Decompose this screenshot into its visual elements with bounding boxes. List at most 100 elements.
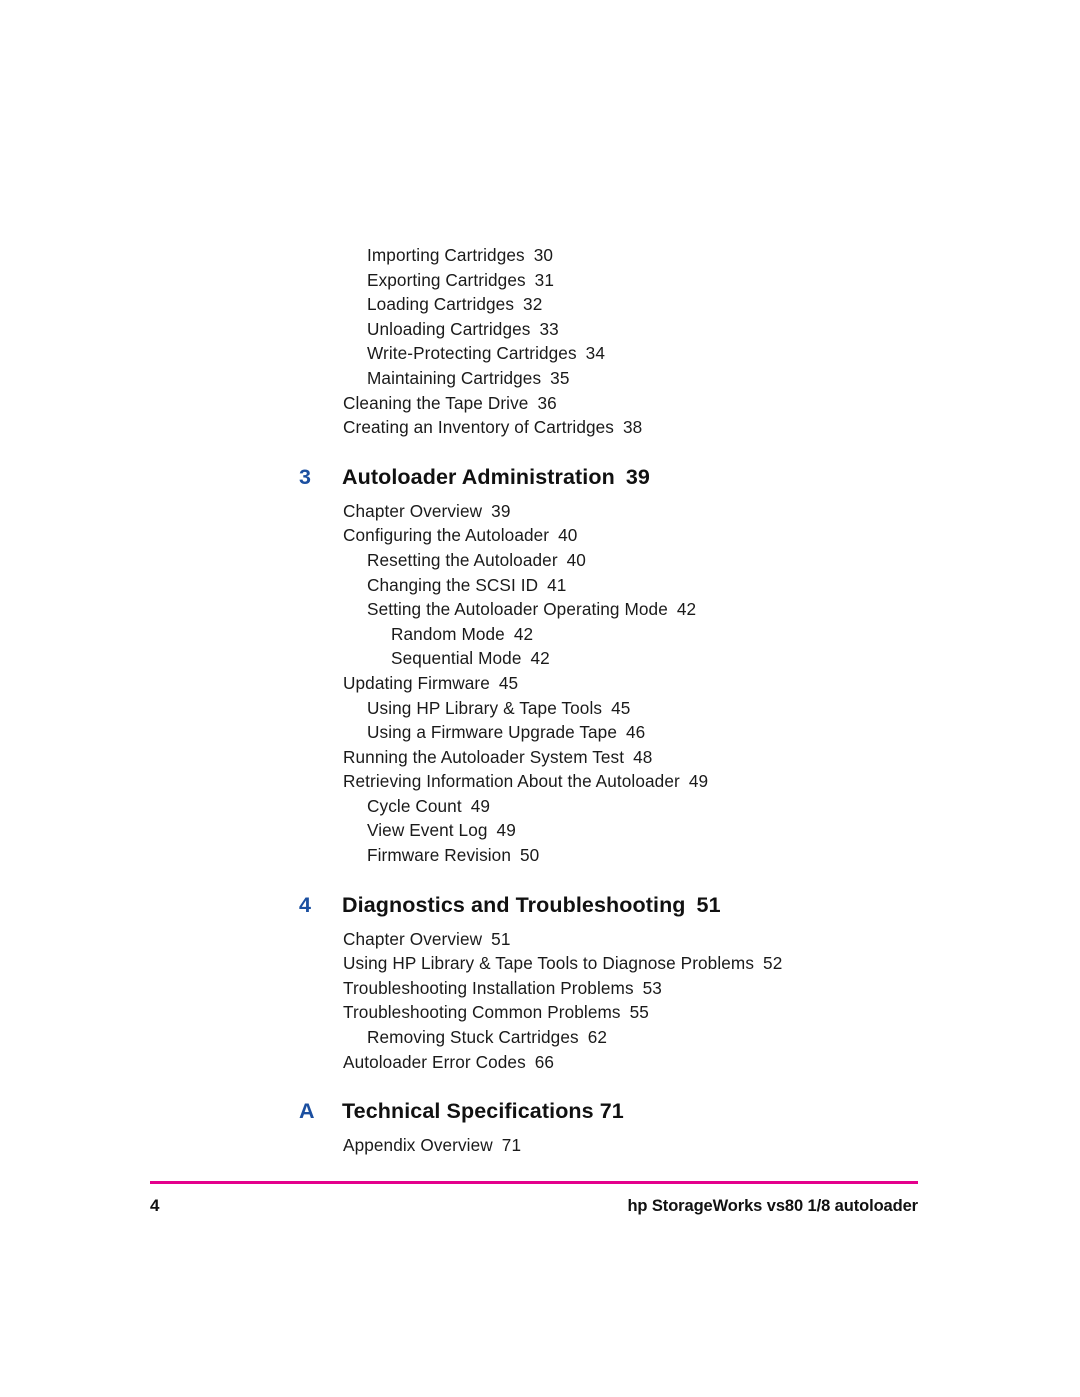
toc-entry[interactable]: Firmware Revision 50 [0,843,1080,868]
toc-entry-label: Exporting Cartridges [367,269,526,290]
toc-entry-page-number: 49 [470,795,491,816]
footer-product-title: hp StorageWorks vs80 1/8 autoloader [627,1197,918,1215]
toc-chapter-title: Autoloader Administration [342,464,615,489]
toc-entry-label: Unloading Cartridges [367,318,531,339]
toc-entry[interactable]: Write-Protecting Cartridges 34 [0,341,1080,366]
toc-entry-page-number: 30 [533,245,554,265]
toc-entry[interactable]: Sequential Mode 42 [0,646,1080,671]
toc-entry[interactable]: Importing Cartridges 30 [0,243,1080,268]
toc-entry-page-number: 49 [496,820,516,841]
toc-chapter-heading[interactable]: A Technical Specifications 71 [0,1098,1080,1124]
toc-entry-label: View Event Log [367,820,488,841]
toc-chapter-heading[interactable]: 3 Autoloader Administration 39 [0,464,1080,490]
toc-entry-page-number: 36 [537,392,557,413]
toc-entry-page-number: 66 [534,1051,555,1072]
toc-entry[interactable]: View Event Log 49 [0,818,1080,843]
footer-page-number: 4 [150,1196,160,1215]
toc-entry-label: Maintaining Cartridges [367,367,542,388]
toc-entry-page-number: 53 [642,977,662,998]
toc-entry-label: Loading Cartridges [367,294,515,315]
toc-entry-page-number: 46 [626,722,646,743]
toc-entry-label: Using HP Library & Tape Tools to Diagnos… [343,953,755,974]
toc-chapter-title: Diagnostics and Troubleshooting [342,892,686,917]
toc-entry[interactable]: Loading Cartridges 32 [0,292,1080,317]
toc-entry[interactable]: Using HP Library & Tape Tools 45 [0,696,1080,721]
toc-entry[interactable]: Exporting Cartridges 31 [0,268,1080,293]
toc-entry[interactable]: Changing the SCSI ID 41 [0,573,1080,598]
toc-entry-label: Sequential Mode [391,648,522,669]
toc-entry-label: Cleaning the Tape Drive [343,392,529,413]
toc-entry[interactable]: Setting the Autoloader Operating Mode 42 [0,597,1080,622]
toc-entry-page-number: 48 [633,746,653,767]
toc-entry[interactable]: Troubleshooting Common Problems 55 [0,1000,1080,1025]
footer-divider-rule [150,1181,918,1184]
toc-entry-label: Random Mode [391,623,505,644]
toc-entry-label: Changing the SCSI ID [367,574,539,595]
toc-entry-label: Appendix Overview [343,1135,493,1156]
toc-entry-label: Updating Firmware [343,672,490,693]
toc-chapter-number: 3 [299,464,312,489]
toc-entry-label: Using a Firmware Upgrade Tape [367,722,618,743]
toc-entry[interactable]: Unloading Cartridges 33 [0,317,1080,342]
document-page: Importing Cartridges 30 Exporting Cartridg… [0,0,1080,1397]
chapter-spacer [0,1074,1080,1098]
toc-chapter-title: Technical Specifications [342,1099,594,1124]
chapter-spacer [0,440,1080,464]
toc-entry[interactable]: Autoloader Error Codes 66 [0,1050,1080,1075]
toc-chapter-page-number: 71 [599,1099,624,1124]
toc-entry[interactable]: Chapter Overview 39 [0,499,1080,524]
toc-entry-label: Configuring the Autoloader [343,525,550,546]
toc-entry[interactable]: Using HP Library & Tape Tools to Diagnos… [0,951,1080,976]
toc-entry[interactable]: Maintaining Cartridges 35 [0,366,1080,391]
toc-entry-label: Running the Autoloader System Test [343,746,625,767]
toc-chapter-heading[interactable]: 4 Diagnostics and Troubleshooting 51 [0,892,1080,918]
toc-entry-label: Troubleshooting Installation Problems [343,977,634,998]
toc-entry-label: Troubleshooting Common Problems [343,1002,621,1023]
footer-row: 4 hp StorageWorks vs80 1/8 autoloader [150,1196,918,1216]
toc-entry-page-number: 50 [520,845,540,866]
toc-entry[interactable]: Creating an Inventory of Cartridges 38 [0,415,1080,440]
toc-entry[interactable]: Random Mode 42 [0,622,1080,647]
toc-entry-page-number: 45 [498,672,519,693]
toc-entry[interactable]: Appendix Overview 71 [0,1133,1080,1158]
toc-entry-label: Setting the Autoloader Operating Mode [367,599,668,620]
toc-entry-label: Removing Stuck Cartridges [367,1027,579,1048]
toc-entry[interactable]: Using a Firmware Upgrade Tape 46 [0,720,1080,745]
toc-entry[interactable]: Running the Autoloader System Test 48 [0,745,1080,770]
chapter-heading-spacer [0,1124,1080,1133]
toc-entry-label: Write-Protecting Cartridges [367,343,577,364]
toc-entry-label: Retrieving Information About the Autoloa… [343,771,680,792]
toc-entry-page-number: 38 [623,417,643,438]
toc-entry-label: Importing Cartridges [367,245,525,265]
toc-chapter-page-number: 51 [696,892,721,917]
toc-entry-page-number: 45 [611,697,631,718]
chapter-spacer [0,868,1080,892]
toc-entry[interactable]: Chapter Overview 51 [0,927,1080,952]
toc-entry-label: Resetting the Autoloader [367,549,558,570]
toc-entry-page-number: 42 [513,623,534,644]
toc-entry[interactable]: Updating Firmware 45 [0,671,1080,696]
toc-entry-label: Chapter Overview [343,500,483,521]
toc-chapter-number: 4 [299,892,312,917]
toc-entry[interactable]: Resetting the Autoloader 40 [0,548,1080,573]
toc-entry-page-number: 35 [550,367,570,388]
toc-entry-page-number: 62 [587,1027,608,1048]
toc-entry-page-number: 40 [566,549,586,570]
toc-entry-page-number: 34 [585,343,605,364]
toc-entry-label: Creating an Inventory of Cartridges [343,417,614,438]
toc-entry-page-number: 51 [491,928,511,949]
toc-entry-page-number: 40 [558,525,578,546]
toc-chapter-number: A [299,1099,315,1124]
toc-entry[interactable]: Configuring the Autoloader 40 [0,523,1080,548]
toc-entry[interactable]: Troubleshooting Installation Problems 53 [0,976,1080,1001]
toc-entry-label: Cycle Count [367,795,462,816]
chapter-heading-spacer [0,490,1080,499]
toc-entry-page-number: 32 [523,294,543,315]
toc-entry[interactable]: Removing Stuck Cartridges 62 [0,1025,1080,1050]
toc-entry-page-number: 52 [763,953,783,974]
toc-entry[interactable]: Cycle Count 49 [0,794,1080,819]
toc-entry-page-number: 41 [547,574,567,595]
page-footer: 4 hp StorageWorks vs80 1/8 autoloader [150,1181,918,1216]
toc-entry[interactable]: Retrieving Information About the Autoloa… [0,769,1080,794]
toc-entry[interactable]: Cleaning the Tape Drive 36 [0,391,1080,416]
